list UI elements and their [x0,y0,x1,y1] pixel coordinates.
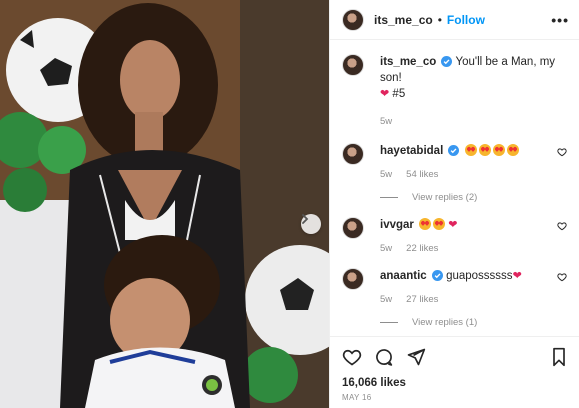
comment-text: guapossssss [446,270,513,282]
comment-meta: 5w 27 likes [380,294,567,305]
heart-emoji: ❤ [512,270,522,282]
commenter-username[interactable]: anaantic [380,270,427,282]
replies-divider [380,197,398,198]
bookmark-icon[interactable] [550,347,568,367]
commenter-avatar[interactable] [342,143,364,165]
replies-divider [380,322,398,323]
next-arrow-icon [302,214,309,224]
caption-hashtag[interactable]: #5 [392,88,405,100]
like-comment-heart-icon[interactable] [557,221,567,231]
comment-item: ivvgar ❤ 5w 22 likes [342,217,567,254]
comment-likes[interactable]: 27 likes [406,294,438,305]
view-replies[interactable]: View replies (1) [380,317,567,328]
comment-time[interactable]: 5w [380,169,392,180]
share-icon[interactable] [406,347,426,367]
comments-list: its_me_co You'll be a Man, my son! ❤ #5 … [330,40,579,336]
comment-time[interactable]: 5w [380,243,392,254]
more-icon[interactable]: ••• [551,12,569,28]
post-photo[interactable] [0,0,329,408]
author-avatar[interactable] [342,8,364,31]
heart-eyes-emoji [419,218,432,230]
comment-text-line: ivvgar ❤ [380,217,567,233]
heart-eyes-emoji [464,144,477,156]
view-replies[interactable]: View replies (2) [380,192,567,203]
next-photo-button[interactable] [301,214,321,234]
caption-time[interactable]: 5w [380,116,392,127]
caption-meta: 5w [380,116,567,127]
post-photo-illustration [0,0,329,408]
post-header: its_me_co • Follow ••• [330,0,579,40]
comment-likes[interactable]: 54 likes [406,169,438,180]
comment-item: anaantic guapossssss❤ 5w 27 likes View r… [342,268,567,328]
view-replies-label[interactable]: View replies (2) [412,192,477,203]
heart-eyes-emoji [506,144,519,156]
heart-eyes-emoji [492,144,505,156]
commenter-username[interactable]: ivvgar [380,219,414,231]
likes-count[interactable]: 16,066 likes [342,377,568,389]
post-detail-panel: its_me_co • Follow ••• its_me_co You'll … [329,0,579,408]
post-actions: 16,066 likes MAY 16 [330,336,579,402]
verified-icon [448,145,460,156]
heart-icon[interactable] [342,347,362,367]
heart-emoji: ❤ [380,88,390,100]
like-comment-heart-icon[interactable] [557,272,567,282]
caption-username[interactable]: its_me_co [380,56,436,68]
comment-likes[interactable]: 22 likes [406,243,438,254]
verified-icon [441,56,453,67]
follow-button[interactable]: Follow [447,13,485,27]
action-icons [342,345,568,369]
commenter-username[interactable]: hayetabidal [380,145,443,157]
comment-meta: 5w 22 likes [380,243,567,254]
verified-icon [431,270,443,281]
view-replies-label[interactable]: View replies (1) [412,317,477,328]
comment-meta: 5w 54 likes [380,169,567,180]
comment-icon[interactable] [374,347,394,367]
heart-emoji: ❤ [448,219,458,231]
commenter-avatar[interactable] [342,268,364,290]
caption-text-line: its_me_co You'll be a Man, my son! ❤ #5 [380,54,567,102]
comment-time[interactable]: 5w [380,294,392,305]
comment-text-line: anaantic guapossssss❤ [380,268,567,284]
post-date[interactable]: MAY 16 [342,393,568,402]
comment-text-line: hayetabidal [380,143,567,159]
caption-avatar[interactable] [342,54,364,76]
heart-eyes-emoji [433,218,446,230]
commenter-avatar[interactable] [342,217,364,239]
caption: its_me_co You'll be a Man, my son! ❤ #5 … [342,54,567,127]
like-comment-heart-icon[interactable] [557,147,567,157]
heart-eyes-emoji [478,144,491,156]
author-username[interactable]: its_me_co [374,13,433,27]
separator-dot: • [437,12,442,27]
comment-item: hayetabidal 5w 54 likes View replies (2) [342,143,567,203]
